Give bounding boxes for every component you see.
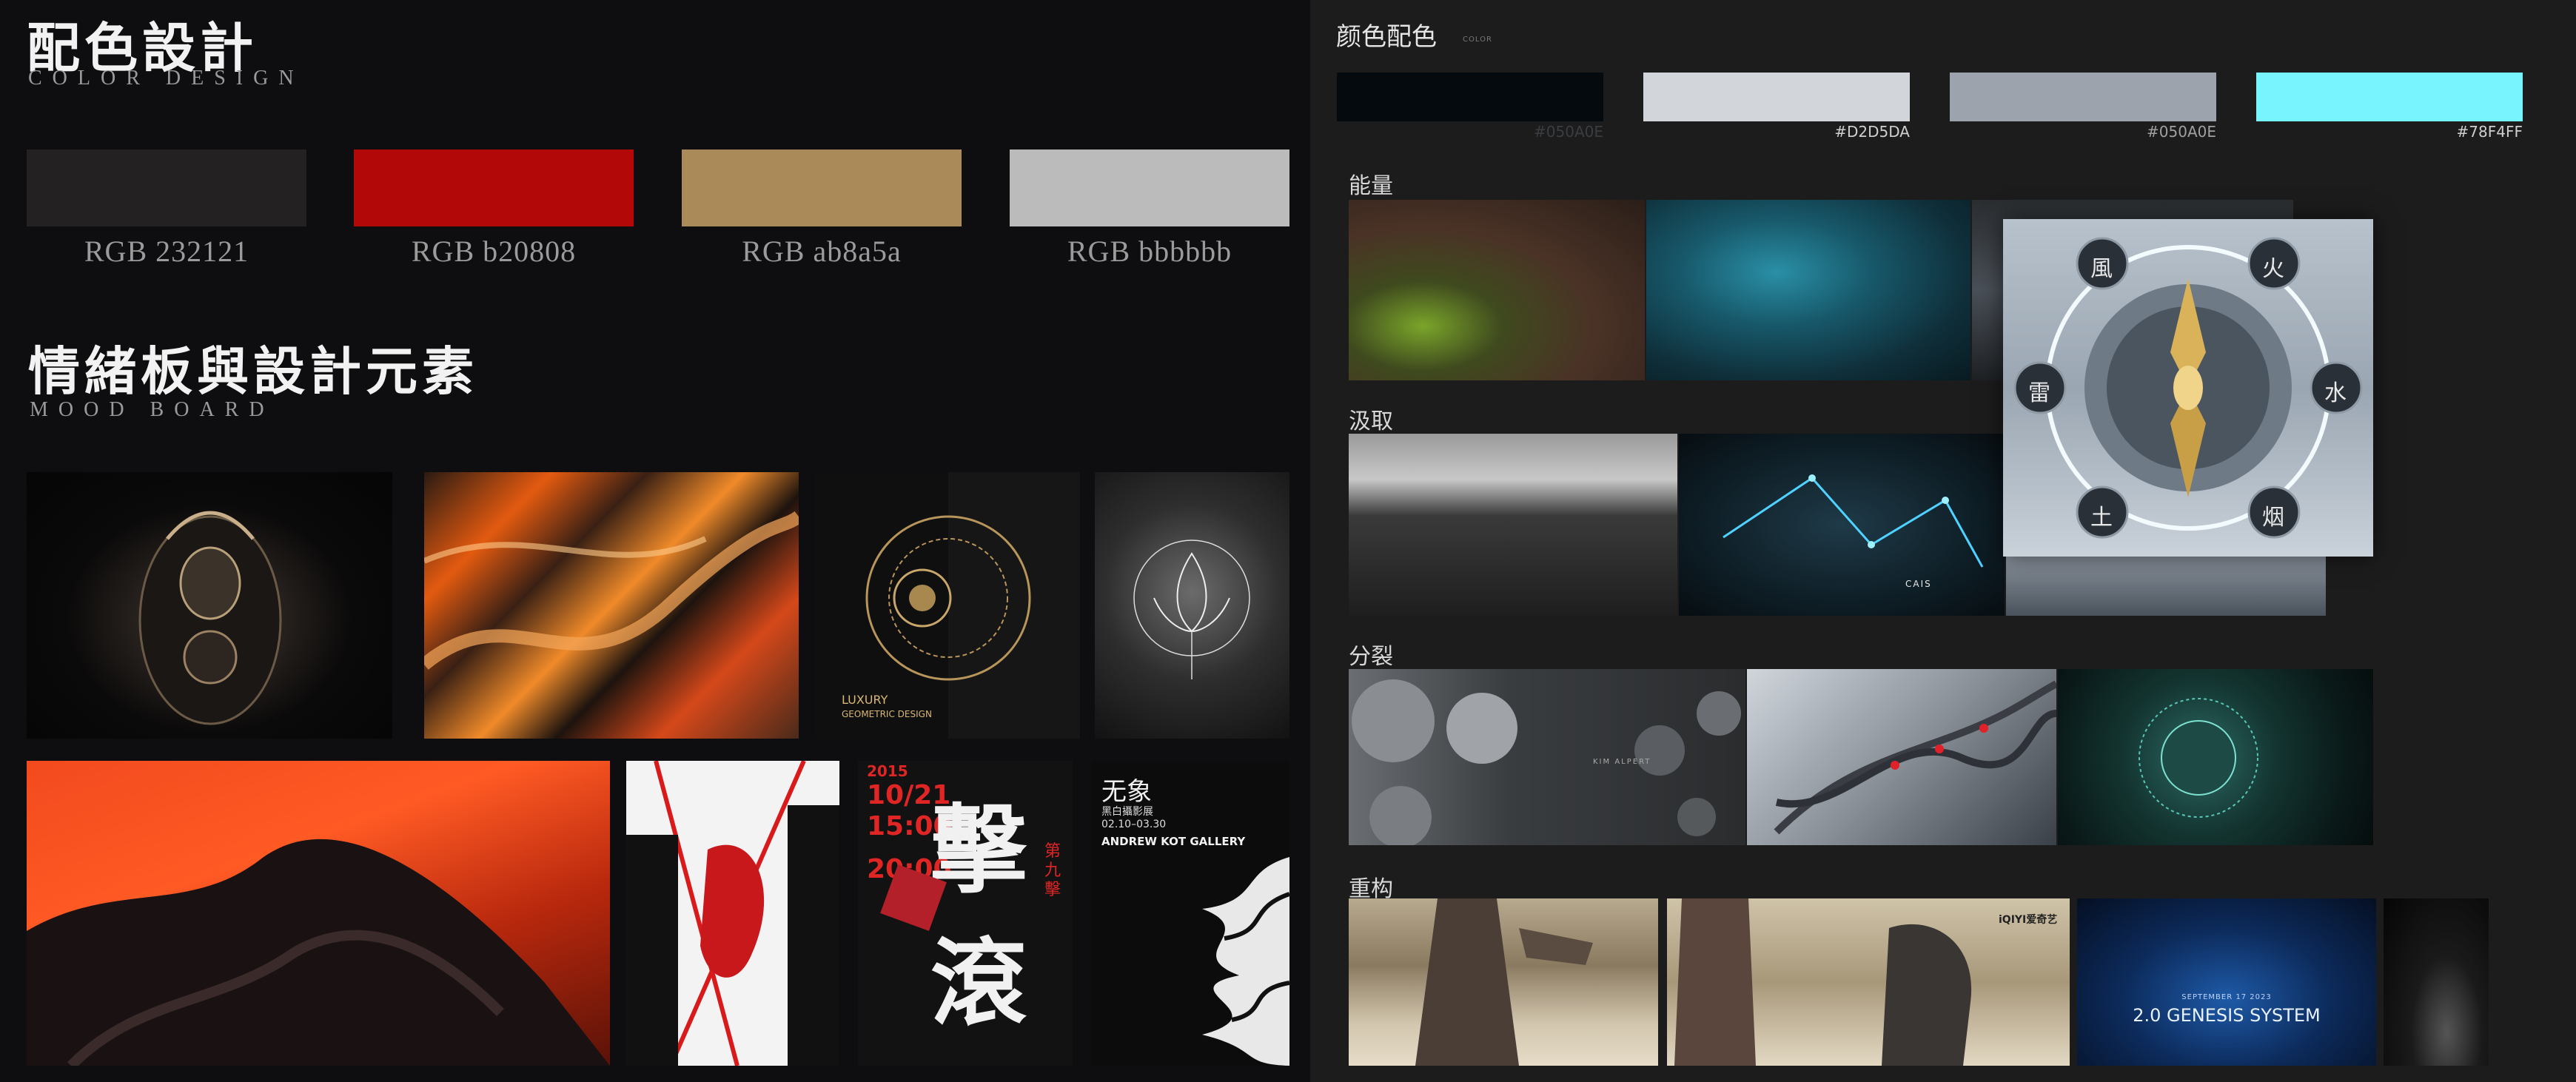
mood-image-calligraphy-poster: 2015 10/21 15:00 20:00 擊 滾 第九擊 — [858, 761, 1073, 1066]
color-palette-title: 颜色配色 — [1336, 22, 1437, 52]
split-image-spheres: KIM ALPERT — [1349, 669, 1745, 845]
absorb-image-black-beach — [1349, 434, 1677, 616]
palette-hex-1: #050A0E — [1534, 123, 1603, 141]
palette-swatch-3 — [1950, 73, 2216, 121]
poster-side-text: 第九擊 — [1044, 842, 1061, 899]
mood-board-title: 情緒板與設計元素 — [28, 340, 478, 402]
split-image-dna — [1747, 669, 2056, 845]
section-label-absorb: 汲取 — [1349, 409, 1393, 434]
palette-swatch-4 — [2256, 73, 2523, 121]
caption-cais: CAIS — [1905, 579, 1932, 589]
palette-hex-3: #050A0E — [2147, 123, 2216, 141]
swatch-label: RGB bbbbbb — [1067, 235, 1232, 268]
mood-image-wuxiang-poster: 无象 黑白攝影展 02.10–03.30 ANDREW KOT GALLERY — [1091, 761, 1289, 1066]
poster-geometric-text: GEOMETRIC DESIGN — [842, 709, 932, 719]
emblem-char-water: 水 — [2324, 380, 2347, 406]
reconstruct-image-particles — [2384, 898, 2489, 1066]
caption-genesis: 2.0 GENESIS SYSTEM — [2133, 1005, 2321, 1026]
palette-swatch-2 — [1643, 73, 1910, 121]
caption-genesis-date: SEPTEMBER 17 2023 — [2181, 993, 2272, 1001]
poster-big-char-1: 擊 — [930, 793, 1027, 907]
swatch-ab8a5a — [682, 149, 962, 226]
caption-kim: KIM ALPERT — [1593, 758, 1651, 766]
swatch-232121 — [27, 149, 306, 226]
palette-hex-2: #D2D5DA — [1834, 123, 1910, 141]
color-design-subtitle: COLOR DESIGN — [28, 67, 304, 90]
poster-luxury-text: LUXURY — [842, 693, 888, 707]
poster-year: 2015 — [867, 762, 908, 780]
caption-iqiyi: iQIYI爱奇艺 — [1999, 914, 2058, 926]
mood-image-orange-marble — [424, 472, 799, 739]
swatch-label: RGB ab8a5a — [742, 235, 902, 268]
mood-image-luxury-mandala: LUXURY GEOMETRIC DESIGN — [815, 472, 1080, 739]
emblem-char-fire: 火 — [2262, 256, 2284, 282]
reconstruct-image-warrior-2: iQIYI爱奇艺 — [1667, 898, 2070, 1066]
emblem-char-wind: 風 — [2090, 256, 2113, 282]
palette-hex-4: #78F4FF — [2456, 123, 2523, 141]
swatch-label: RGB b20808 — [411, 235, 577, 268]
emblem-overlay: 風 火 雷 水 土 烟 — [2003, 219, 2373, 557]
mood-image-armored-deity — [27, 472, 392, 739]
absorb-image-cyan-network: CAIS — [1679, 434, 2005, 616]
mood-image-lotus-line — [1095, 472, 1289, 739]
swatch-bbbbbb — [1010, 149, 1289, 226]
swatch-label: RGB 232121 — [84, 235, 249, 268]
swatch-b20808 — [354, 149, 634, 226]
emblem-char-earth: 土 — [2090, 505, 2113, 531]
mood-image-red-creature — [27, 761, 610, 1066]
mood-board-subtitle: MOOD BOARD — [30, 398, 275, 421]
emblem-char-smoke: 烟 — [2262, 505, 2284, 531]
poster-big-char-2: 滾 — [930, 927, 1027, 1040]
energy-image-moss — [1349, 200, 1645, 380]
reconstruct-image-warrior-1 — [1349, 898, 1658, 1066]
mood-image-red-face-poster — [626, 761, 839, 1066]
energy-image-teal-rock — [1646, 200, 1970, 380]
section-label-energy: 能量 — [1349, 173, 1393, 199]
emblem-char-thunder: 雷 — [2028, 380, 2050, 406]
color-palette-subtitle: COLOR — [1463, 36, 1492, 44]
section-label-split: 分裂 — [1349, 644, 1393, 670]
palette-swatch-1 — [1337, 73, 1603, 121]
reconstruct-image-genesis: SEPTEMBER 17 2023 2.0 GENESIS SYSTEM — [2077, 898, 2376, 1066]
split-image-teal-sphere — [2058, 669, 2373, 845]
